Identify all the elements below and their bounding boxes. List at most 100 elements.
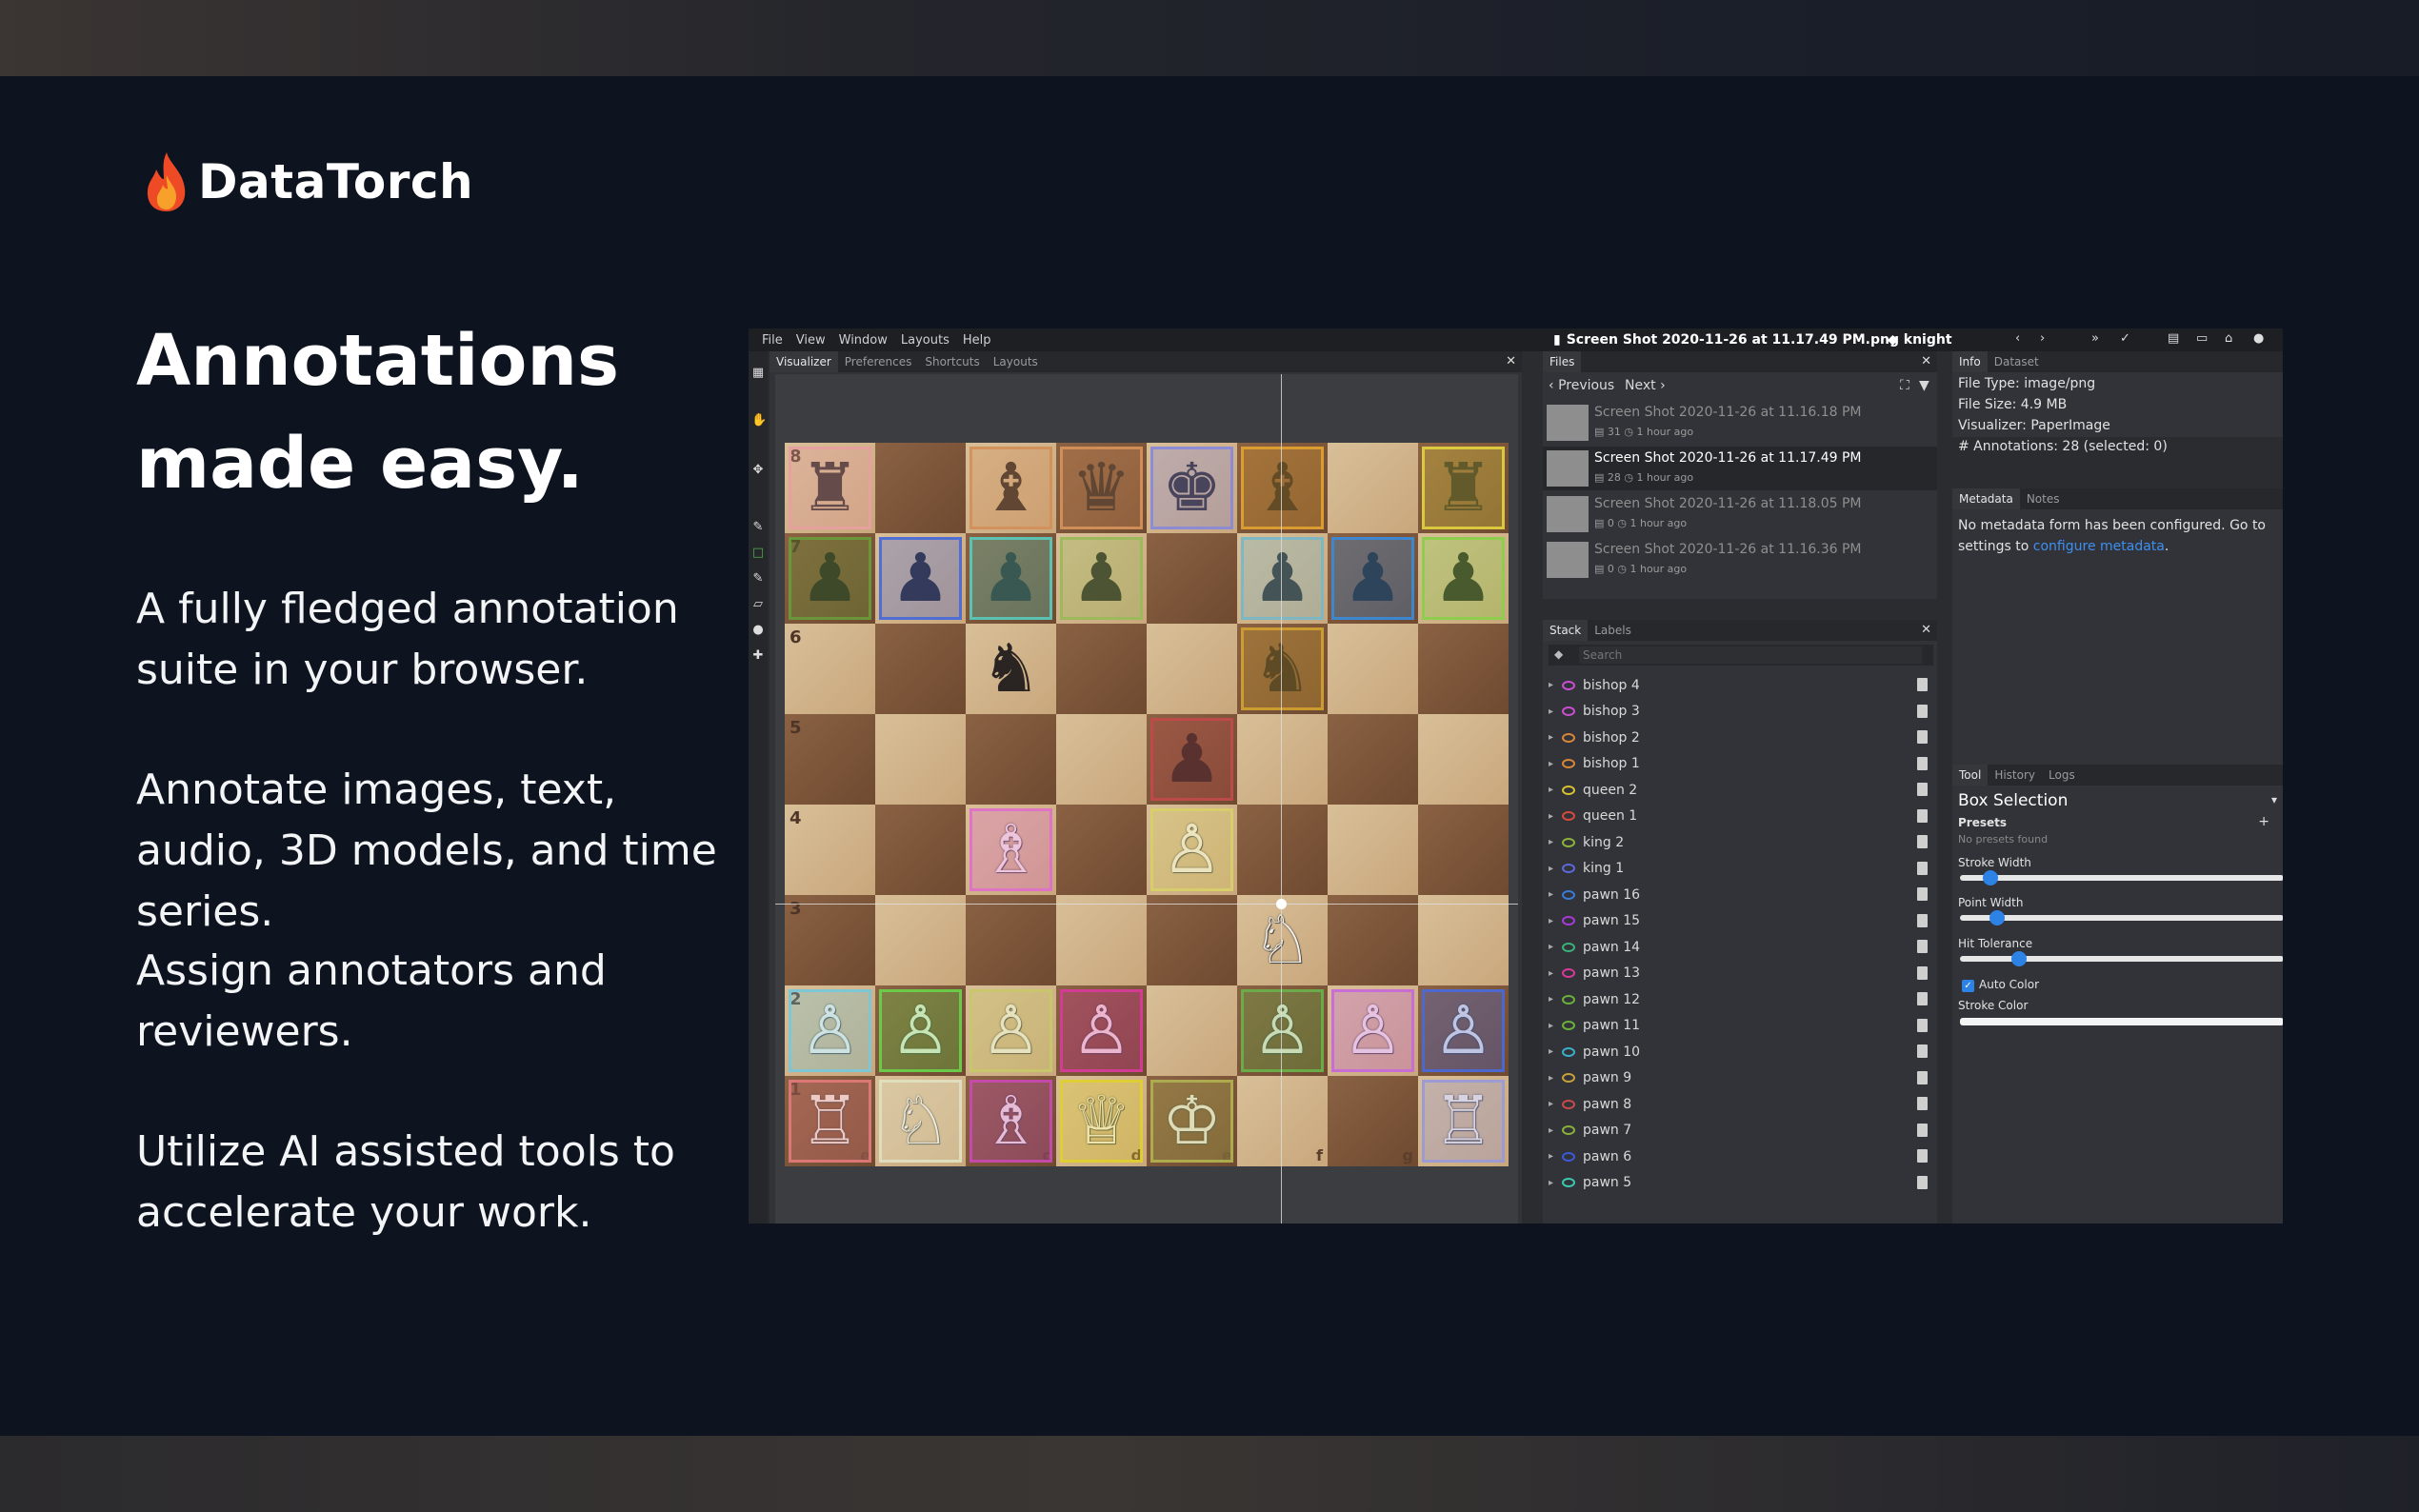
- file-list-item[interactable]: Screen Shot 2020-11-26 at 11.16.36 PM ▤ 0…: [1543, 538, 1937, 582]
- trash-icon[interactable]: [1917, 835, 1928, 848]
- menu-file[interactable]: File: [762, 333, 783, 348]
- annotation-box[interactable]: [1422, 1080, 1505, 1163]
- chevron-right-icon[interactable]: ›: [2040, 331, 2045, 346]
- caret-right-icon[interactable]: ▸: [1549, 889, 1562, 900]
- trash-icon[interactable]: [1917, 756, 1928, 770]
- stack-item[interactable]: ▸ bishop 4: [1549, 672, 1933, 698]
- annotation-box[interactable]: [1241, 447, 1324, 529]
- image-canvas[interactable]: 8 ♜ ♝ ♛ ♚ ♝ ♜ 7 ♟ ♟ ♟ ♟ ♟ ♟ ♟ 6 ♞ ♞ 5 ♟ 4 ♗ ♙ 3 ♘ 2 ♙ ♙ ♙ ♙ ♙ ♙ ♙ 1 e ♖ ♘ c ♗ d…: [775, 374, 1518, 1224]
- configure-metadata-link[interactable]: configure metadata: [2033, 539, 2165, 554]
- brush-icon[interactable]: ✎: [751, 572, 765, 586]
- trash-icon[interactable]: [1917, 808, 1928, 823]
- caret-right-icon[interactable]: ▸: [1549, 837, 1562, 847]
- pencil-icon[interactable]: ✎: [751, 521, 765, 534]
- box-tool-icon[interactable]: □: [751, 547, 765, 560]
- hit-tolerance-slider[interactable]: [1960, 951, 2283, 966]
- tab-tool[interactable]: Tool: [1952, 765, 1989, 786]
- puzzle-icon[interactable]: ✚: [751, 649, 765, 663]
- eye-icon[interactable]: [1562, 732, 1575, 743]
- tab-stack[interactable]: Stack: [1543, 620, 1589, 641]
- menu-layouts[interactable]: Layouts: [901, 333, 950, 348]
- database-icon[interactable]: ▤: [2168, 331, 2179, 346]
- caret-right-icon[interactable]: ▸: [1549, 942, 1562, 952]
- stack-item[interactable]: ▸ pawn 14: [1549, 934, 1933, 960]
- annotation-box[interactable]: [1422, 989, 1505, 1072]
- trash-icon[interactable]: [1917, 940, 1928, 953]
- caret-right-icon[interactable]: ▸: [1549, 1178, 1562, 1188]
- search-input[interactable]: [1579, 647, 1922, 664]
- drive-icon[interactable]: ▭: [2196, 331, 2208, 346]
- trash-icon[interactable]: [1917, 965, 1928, 980]
- tab-layouts[interactable]: Layouts: [987, 351, 1045, 372]
- file-list-item[interactable]: Screen Shot 2020-11-26 at 11.18.05 PM ▤ 0…: [1543, 492, 1937, 536]
- home-icon[interactable]: ⌂: [2225, 331, 2232, 346]
- stack-item[interactable]: ▸ pawn 5: [1549, 1170, 1933, 1196]
- annotation-box[interactable]: [1150, 447, 1233, 529]
- hand-icon[interactable]: ✋: [751, 414, 767, 428]
- annotation-box[interactable]: [1150, 808, 1233, 891]
- eye-icon[interactable]: [1562, 889, 1575, 900]
- stack-item[interactable]: ▸ bishop 2: [1549, 725, 1933, 750]
- tab-metadata[interactable]: Metadata: [1952, 488, 2020, 509]
- annotation-box[interactable]: [1060, 1080, 1143, 1163]
- caret-right-icon[interactable]: ▸: [1549, 1099, 1562, 1109]
- annotation-box[interactable]: [970, 989, 1052, 1072]
- eye-icon[interactable]: [1562, 1073, 1575, 1083]
- stack-item[interactable]: ▸ pawn 11: [1549, 1013, 1933, 1039]
- annotation-box[interactable]: [1150, 718, 1233, 801]
- trash-icon[interactable]: [1917, 1044, 1928, 1058]
- caret-right-icon[interactable]: ▸: [1549, 732, 1562, 743]
- eye-icon[interactable]: [1562, 968, 1575, 978]
- tab-preferences[interactable]: Preferences: [838, 351, 919, 372]
- tab-history[interactable]: History: [1988, 765, 2042, 786]
- annotation-box[interactable]: [970, 1080, 1052, 1163]
- trash-icon[interactable]: [1917, 861, 1928, 875]
- annotation-box[interactable]: [1241, 627, 1324, 710]
- check-icon[interactable]: ✓: [2120, 331, 2130, 346]
- slider-handle[interactable]: [2011, 951, 2028, 966]
- eraser-icon[interactable]: ▱: [751, 598, 765, 611]
- annotation-box[interactable]: [1422, 447, 1505, 529]
- caret-right-icon[interactable]: ▸: [1549, 968, 1562, 979]
- trash-icon[interactable]: [1917, 678, 1928, 691]
- trash-icon[interactable]: [1917, 1149, 1928, 1163]
- annotation-box[interactable]: [789, 1080, 871, 1163]
- trash-icon[interactable]: [1917, 992, 1928, 1005]
- annotation-box[interactable]: [970, 447, 1052, 529]
- stack-item[interactable]: ▸ pawn 6: [1549, 1144, 1933, 1169]
- chessboard-image[interactable]: 8 ♜ ♝ ♛ ♚ ♝ ♜ 7 ♟ ♟ ♟ ♟ ♟ ♟ ♟ 6 ♞ ♞ 5 ♟ 4 ♗ ♙ 3 ♘ 2 ♙ ♙ ♙ ♙ ♙ ♙ ♙ 1 e ♖ ♘ c ♗ d…: [785, 443, 1509, 1166]
- caret-right-icon[interactable]: ▸: [1549, 1073, 1562, 1084]
- eye-icon[interactable]: [1562, 864, 1575, 873]
- annotation-box[interactable]: [879, 1080, 962, 1163]
- annotation-box[interactable]: [970, 537, 1052, 620]
- eye-icon[interactable]: [1562, 706, 1575, 716]
- tool-name[interactable]: Box Selection: [1958, 791, 2068, 810]
- caret-right-icon[interactable]: ▸: [1549, 759, 1562, 769]
- file-list-item[interactable]: Screen Shot 2020-11-26 at 11.17.49 PM ▤ 2…: [1543, 447, 1937, 490]
- tab-shortcuts[interactable]: Shortcuts: [918, 351, 986, 372]
- annotation-box[interactable]: [1150, 1080, 1233, 1163]
- stack-item[interactable]: ▸ pawn 8: [1549, 1091, 1933, 1117]
- eye-icon[interactable]: [1562, 1046, 1575, 1057]
- menu-view[interactable]: View: [796, 333, 826, 348]
- caret-right-icon[interactable]: ▸: [1549, 994, 1562, 1005]
- slider-handle[interactable]: [1989, 910, 2005, 925]
- auto-color-checkbox[interactable]: ✓: [1962, 980, 1974, 992]
- move-icon[interactable]: ✥: [751, 464, 765, 477]
- tab-notes[interactable]: Notes: [2020, 488, 2067, 509]
- caret-right-icon[interactable]: ▸: [1549, 785, 1562, 795]
- file-list-item[interactable]: Screen Shot 2020-11-26 at 11.16.18 PM ▤ 3…: [1543, 401, 1937, 445]
- tab-dataset[interactable]: Dataset: [1988, 351, 2046, 372]
- eye-icon[interactable]: [1562, 994, 1575, 1005]
- stack-item[interactable]: ▸ king 1: [1549, 856, 1933, 882]
- annotation-box[interactable]: [1060, 989, 1143, 1072]
- annotation-box[interactable]: [789, 989, 871, 1072]
- add-preset-icon[interactable]: +: [2258, 814, 2269, 829]
- tab-visualizer[interactable]: Visualizer: [770, 351, 838, 372]
- user-icon[interactable]: ●: [2253, 331, 2264, 346]
- trash-icon[interactable]: [1917, 887, 1928, 901]
- close-icon[interactable]: ✕: [1506, 354, 1516, 368]
- eye-icon[interactable]: [1562, 680, 1575, 690]
- caret-right-icon[interactable]: ▸: [1549, 1125, 1562, 1136]
- trash-icon[interactable]: [1917, 1018, 1928, 1032]
